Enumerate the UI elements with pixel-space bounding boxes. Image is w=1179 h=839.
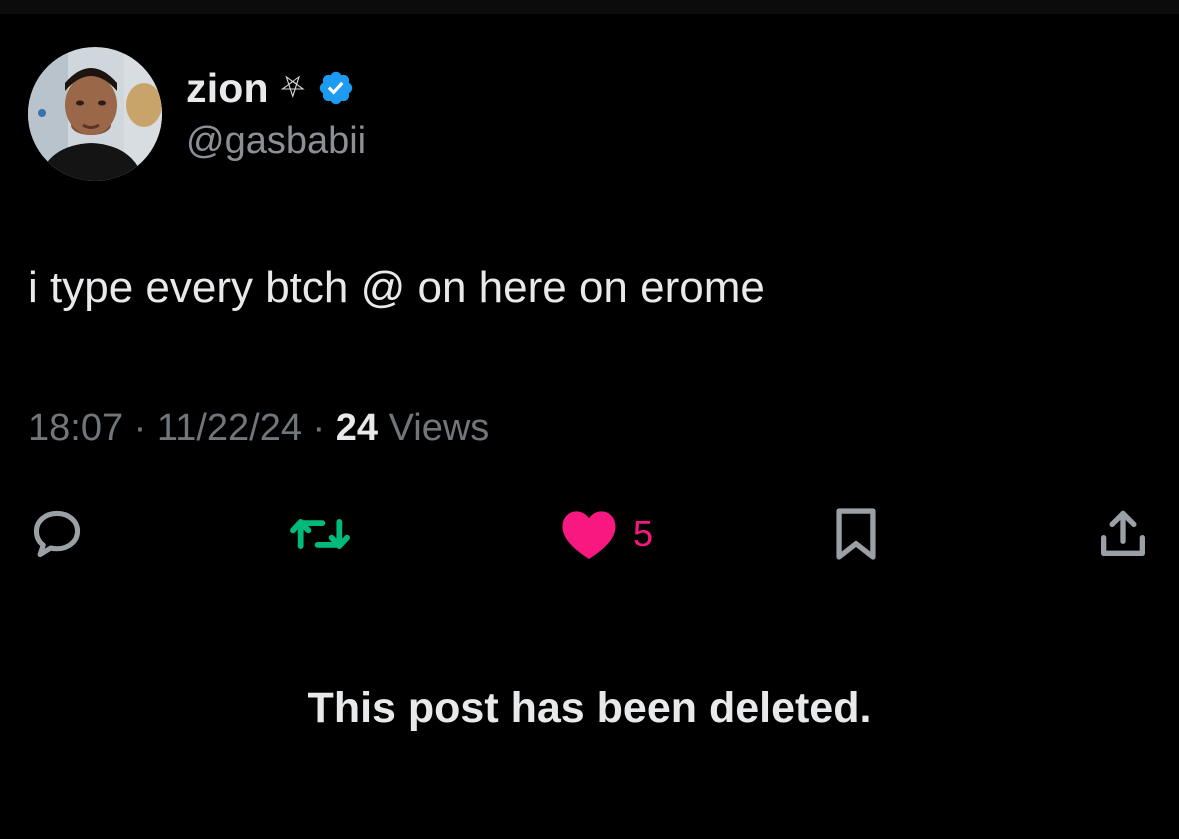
post-text: i type every btch @ on here on erome: [28, 263, 765, 312]
meta-separator: ·: [312, 407, 326, 449]
author-handle[interactable]: @gasbabii: [186, 120, 366, 163]
deleted-post-notice: This post has been deleted.: [307, 684, 872, 732]
reply-button[interactable]: [28, 504, 86, 564]
share-button[interactable]: [1094, 504, 1152, 564]
bookmark-icon: [836, 508, 876, 560]
post-date[interactable]: 11/22/24: [157, 407, 302, 449]
heart-filled-icon: [562, 511, 616, 560]
like-button[interactable]: 5: [559, 504, 653, 564]
bookmark-button[interactable]: [830, 504, 882, 564]
share-upload-icon: [1101, 510, 1145, 556]
post-metadata: 18:07 · 11/22/24 · 24 Views: [28, 407, 489, 450]
meta-separator: ·: [133, 407, 147, 449]
top-edge-strip: [0, 0, 1179, 14]
avatar[interactable]: [28, 47, 162, 181]
author-name-row: zion ⛧: [186, 62, 355, 114]
avatar-photo: [28, 47, 162, 181]
reply-bubble-icon: [33, 510, 81, 558]
pentagram-emoji-icon: ⛧: [280, 71, 305, 104]
verified-badge-icon: [317, 69, 355, 107]
views-count: 24: [335, 407, 379, 449]
display-name[interactable]: zion: [186, 65, 269, 112]
views-label: Views: [388, 407, 490, 449]
like-count: 5: [633, 513, 654, 554]
retweet-icon: [290, 519, 350, 549]
retweet-button[interactable]: [288, 504, 352, 564]
post-time[interactable]: 18:07: [28, 407, 123, 449]
